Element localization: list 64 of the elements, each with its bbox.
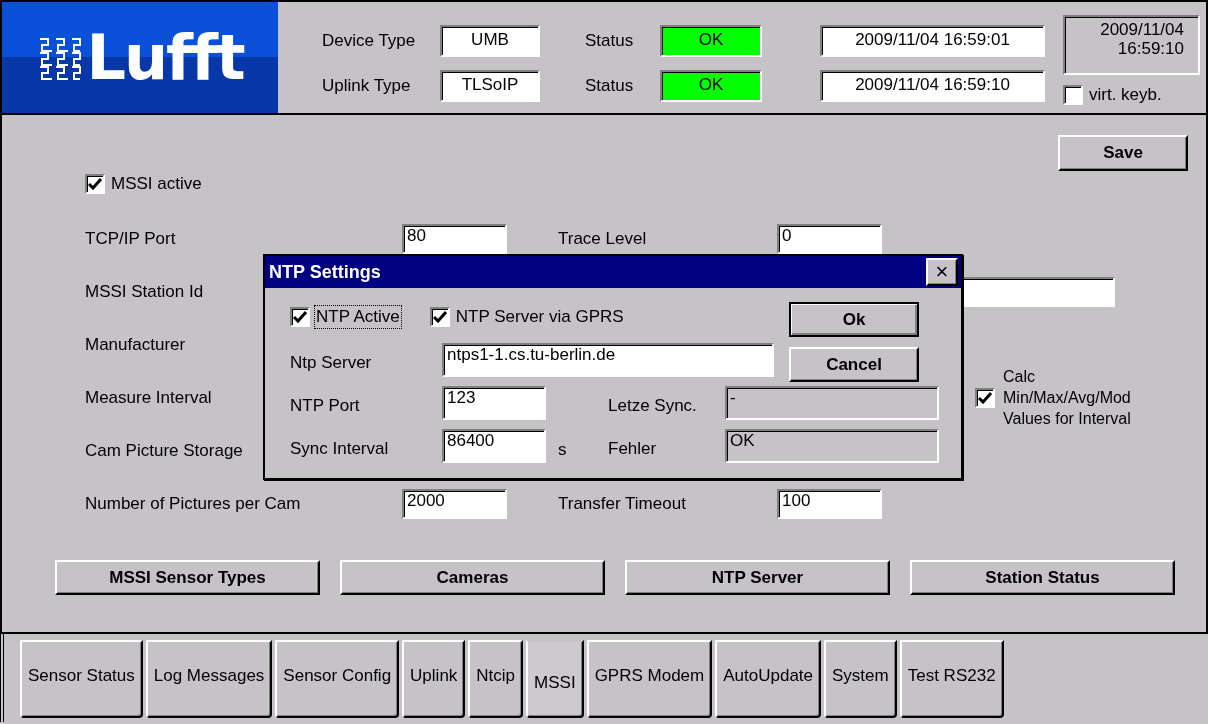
nav-button[interactable]: MSSI Sensor Types	[55, 560, 320, 595]
field-label: Transfer Timeout	[558, 493, 686, 514]
readonly-field: -	[725, 386, 939, 420]
input-field[interactable]: ntps1-1.cs.tu-berlin.de	[442, 343, 774, 377]
field-label: Fehler	[608, 439, 658, 459]
field-label: Letze Sync.	[608, 396, 698, 416]
timestamp-field: 2009/11/04 16:59:10	[820, 70, 1045, 102]
field-label: Manufacturer	[85, 334, 186, 355]
tab[interactable]: AutoUpdate	[715, 640, 822, 718]
tab[interactable]: GPRS Modem	[586, 640, 713, 718]
field-label: Number of Pictures per Cam	[85, 493, 301, 514]
tab[interactable]: MSSI	[526, 640, 584, 718]
input-field[interactable]: 123	[442, 386, 546, 420]
dialog-button[interactable]: Cancel	[789, 347, 919, 382]
field-label: TCP/IP Port	[85, 228, 176, 249]
tab[interactable]: Log Messages	[145, 640, 273, 718]
unit-label: s	[558, 440, 567, 460]
nav-button[interactable]: Cameras	[340, 560, 605, 595]
checkbox[interactable]	[429, 307, 450, 327]
save-button[interactable]: Save	[1058, 135, 1188, 171]
checkbox[interactable]	[85, 174, 105, 194]
input-field[interactable]: 100	[777, 489, 882, 519]
close-button[interactable]: ×	[926, 258, 958, 286]
info-field: UMB	[440, 25, 540, 57]
field-label: Ntp Server	[290, 353, 373, 373]
tab[interactable]: Ntcip	[468, 640, 524, 718]
timestamp-field: 2009/11/04 16:59:01	[820, 25, 1045, 57]
input-field[interactable]: 2000	[402, 489, 507, 519]
clock-display: 2009/11/04 16:59:10	[1063, 15, 1200, 75]
status-field: OK	[660, 70, 762, 102]
tab[interactable]: Uplink	[402, 640, 466, 718]
checkbox[interactable]	[290, 307, 310, 327]
input-field[interactable]: 86400	[442, 429, 546, 463]
logo-text: Lufft	[86, 26, 244, 89]
nav-button[interactable]: Station Status	[910, 560, 1175, 595]
field-label: NTP Port	[290, 396, 361, 416]
dialog-title: NTP Settings	[269, 261, 381, 283]
status-label: Status	[585, 31, 635, 51]
field-label: Cam Picture Storage	[85, 440, 243, 461]
info-field: TLSoIP	[440, 70, 540, 102]
readonly-field: OK	[725, 429, 939, 463]
field-label: Measure Interval	[85, 387, 212, 408]
field-label: Sync Interval	[290, 439, 390, 459]
field-label: Device Type	[322, 31, 417, 51]
tab[interactable]: System	[824, 640, 897, 718]
field-label: MSSI Station Id	[85, 281, 204, 302]
input-field[interactable]: 80	[402, 224, 507, 254]
checkbox[interactable]	[1063, 85, 1083, 105]
checkbox[interactable]	[975, 387, 995, 408]
checkbox-label: virt. keyb.	[1089, 85, 1162, 105]
tab[interactable]: Test RS232	[899, 640, 1004, 718]
checkbox-label: NTP Active	[316, 307, 400, 327]
nav-button[interactable]: NTP Server	[625, 560, 890, 595]
tab[interactable]: Sensor Config	[275, 640, 400, 718]
field-label: Uplink Type	[322, 76, 412, 96]
field-label: Trace Level	[558, 228, 647, 249]
checkbox-label: NTP Server via GPRS	[455, 307, 624, 327]
status-field: OK	[660, 25, 762, 57]
checkbox-label: Calc Min/Max/Avg/Mod Values for Interval	[1003, 367, 1132, 429]
checkbox-label: MSSI active	[111, 174, 202, 194]
input-field[interactable]: 0	[777, 224, 882, 254]
status-label: Status	[585, 76, 635, 96]
dialog-button[interactable]: Ok	[789, 302, 919, 337]
tab[interactable]: Sensor Status	[20, 640, 143, 718]
